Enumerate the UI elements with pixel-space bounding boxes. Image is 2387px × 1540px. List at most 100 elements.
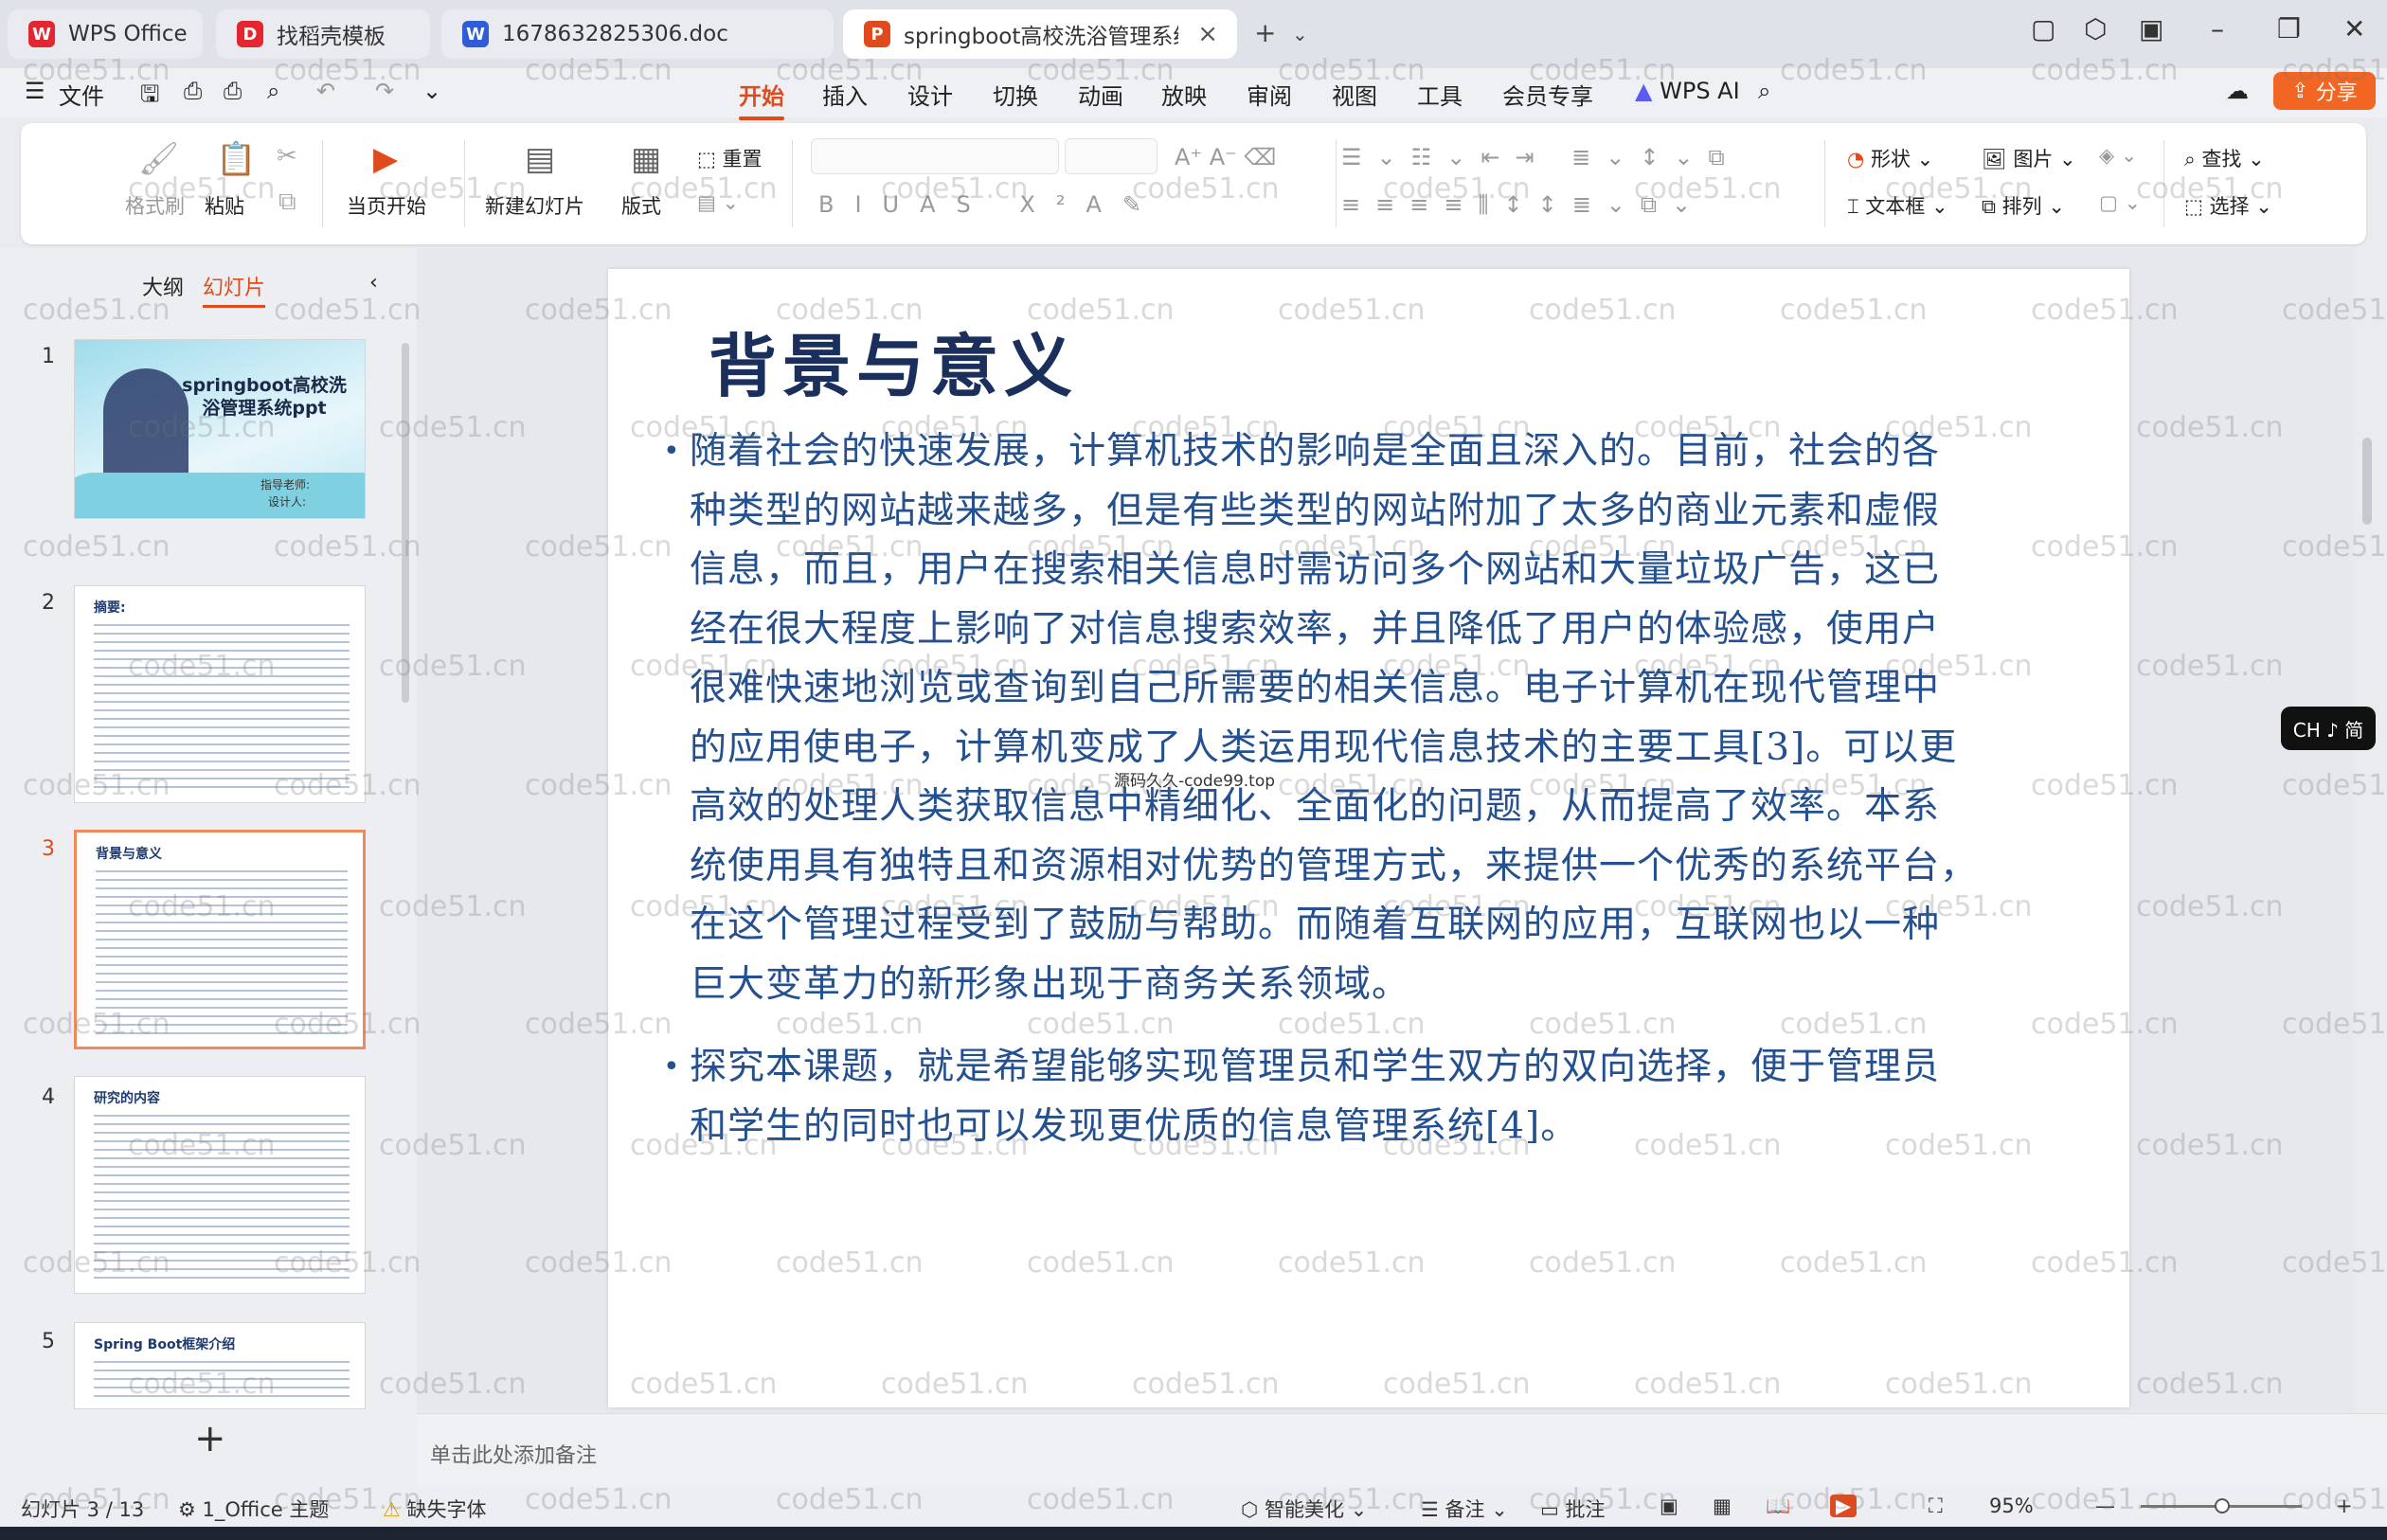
new-tab-icon[interactable]: + [1254,17,1276,48]
collapse-panel-icon[interactable]: ‹ [369,271,378,295]
outline-button[interactable]: ▢ ⌄ [2099,191,2141,214]
thumb-title: 研究的内容 [94,1091,160,1106]
add-slide-icon[interactable]: + [194,1417,226,1460]
share-button[interactable]: ⇪ 分享 [2273,72,2376,110]
textbox-button[interactable]: ⌶ 文本框 ⌄ [1847,191,1948,220]
tab-wps-office[interactable]: W WPS Office [8,9,203,59]
search-icon[interactable]: ⌕ [1758,78,1770,104]
panel-scrollbar[interactable] [402,343,409,703]
layout-button[interactable]: 版式 [621,191,661,220]
find-button[interactable]: ⌕ 查找 ⌄ [2184,144,2265,172]
minimize-icon[interactable]: – [2211,13,2224,45]
print-icon[interactable]: ⎙ [224,78,242,104]
menu-transition[interactable]: 切换 [993,78,1038,111]
overlay-watermark: 源码久久-code99.top [1114,772,1276,791]
zoom-level[interactable]: 95% [1989,1495,2034,1517]
play-slideshow-icon[interactable]: ▶ [1830,1495,1858,1517]
new-slide-button[interactable]: 新建幻灯片 [485,191,584,220]
more-icon[interactable]: ⌄ [422,78,441,104]
format-painter-icon[interactable]: 🖌 [138,140,179,178]
export-icon[interactable]: ⎙ [184,78,202,104]
bullet-paragraph-2[interactable]: • 探究本课题，就是希望能够实现管理员和学生双方的双向选择，便于管理员 和学生的… [663,1038,1940,1156]
slide-thumb-2[interactable]: 摘要: [74,585,366,803]
shape-button[interactable]: ◔ 形状 ⌄ [1847,144,1933,172]
play-icon[interactable]: ▶ [373,140,398,178]
avatar[interactable]: ▣ [2139,13,2163,45]
preview-icon[interactable]: ⌕ [267,78,279,104]
paste-icon[interactable]: 📋 [216,140,256,178]
close-window-icon[interactable]: ✕ [2343,13,2365,45]
zoom-slider-handle[interactable] [2215,1498,2230,1513]
new-slide-icon[interactable]: ▤ [525,140,555,178]
tab-label: 1678632825306.doc [502,22,728,46]
comment-button[interactable]: ▭ 批注 [1540,1495,1606,1523]
wps-ai-button[interactable]: ▲ WPS AI [1635,78,1740,104]
copy-icon[interactable]: ⧉ [278,188,296,217]
ime-indicator[interactable]: CH ♪ 简 [2281,707,2376,750]
reading-view-icon[interactable]: 📖 [1766,1495,1790,1518]
missing-font-button[interactable]: ⚠ 缺失字体 [383,1495,487,1523]
grid-view-icon[interactable]: ▦ [1713,1495,1732,1517]
canvas-scrollbar[interactable] [2362,438,2372,525]
layout-icon[interactable]: ▢ [2031,13,2055,45]
menu-insert[interactable]: 插入 [822,78,868,111]
theme-button[interactable]: ⚙ 1_Office 主题 [178,1495,329,1523]
slide-canvas[interactable]: 背景与意义 • 随着社会的快速发展，计算机技术的影响是全面且深入的。目前，社会的… [608,269,2129,1407]
tab-list-icon[interactable]: ⌄ [1292,23,1308,45]
layout-icon[interactable]: ▦ [631,140,661,178]
slide-thumb-4[interactable]: 研究的内容 [74,1076,366,1294]
slide-thumb-1[interactable]: springboot高校洗浴管理系统ppt 指导老师: 设计人: [74,339,366,519]
cut-icon[interactable]: ✂ [277,142,297,170]
picture-button[interactable]: 🖼 图片 ⌄ [1982,144,2076,172]
text-format-controls[interactable]: BIUAS X²A✎ [818,191,1162,218]
tab-template[interactable]: D 找稻壳模板 [216,9,430,59]
tab-outline[interactable]: 大纲 [142,271,184,301]
menu-member[interactable]: 会员专享 [1502,78,1593,111]
cube-icon[interactable]: ⬡ [2084,13,2107,45]
format-painter-button[interactable]: 格式刷 [125,191,185,220]
menu-home[interactable]: 开始 [739,78,784,120]
font-size-select[interactable] [1065,138,1158,174]
notes-area[interactable]: 单击此处添加备注 [417,1413,2387,1487]
tab-presentation[interactable]: P springboot高校洗浴管理系统 × [843,9,1237,59]
text-line: 的应用使电子，计算机变成了人类运用现代信息技术的主要工具[3]。可以更 [690,725,1958,769]
tab-label: WPS Office [68,22,188,46]
tab-doc[interactable]: W 1678632825306.doc [441,9,834,59]
slide-thumb-5[interactable]: Spring Boot框架介绍 [74,1322,366,1409]
notes-button[interactable]: ☰ 备注 ⌄ [1421,1495,1508,1523]
play-current-button[interactable]: 当页开始 [347,191,426,220]
zoom-in-icon[interactable]: + [2336,1495,2353,1517]
align-controls[interactable]: ≡≡≡≡⫼↕↕≣⌄⧉⌄ [1341,191,1706,218]
tab-slides[interactable]: 幻灯片 [203,271,266,308]
section-button[interactable]: ▤ ⌄ [697,191,739,214]
arrange-button[interactable]: ⧉ 排列 ⌄ [1982,191,2065,220]
save-icon[interactable]: 🖫 [140,78,159,116]
undo-icon[interactable]: ↶ [316,78,335,104]
menu-review[interactable]: 审阅 [1247,78,1292,111]
menu-view[interactable]: 视图 [1332,78,1377,111]
menu-tools[interactable]: 工具 [1417,78,1463,111]
select-button[interactable]: ⬚ 选择 ⌄ [2184,191,2272,220]
normal-view-icon[interactable]: ▣ [1660,1495,1678,1517]
menu-file[interactable]: 文件 [59,78,104,111]
zoom-out-icon[interactable]: — [2095,1495,2115,1517]
paste-button[interactable]: 粘贴 [205,191,244,220]
menu-icon[interactable]: ☰ [25,78,45,104]
bullet-paragraph-1[interactable]: • 随着社会的快速发展，计算机技术的影响是全面且深入的。目前，社会的各 种类型的… [663,422,1978,1014]
close-tab-icon[interactable]: × [1197,20,1218,48]
menu-design[interactable]: 设计 [907,78,953,111]
slide-title[interactable]: 背景与意义 [709,311,1078,410]
beautify-button[interactable]: ⬡ 智能美化 ⌄ [1241,1495,1367,1523]
font-size-controls[interactable]: A⁺ A⁻ ⌫ [1175,144,1276,170]
cloud-icon[interactable]: ☁ [2226,78,2249,104]
fit-window-icon[interactable]: ⛶ [1929,1495,1943,1518]
slide-thumb-3[interactable]: 背景与意义 [74,830,366,1049]
font-name-select[interactable] [811,138,1059,174]
menu-slideshow[interactable]: 放映 [1161,78,1207,111]
fill-button[interactable]: ◈ ⌄ [2099,144,2137,167]
maximize-icon[interactable]: ❐ [2277,13,2301,45]
list-controls[interactable]: ☰⌄☷⌄⇤⇥ ≣⌄↕⌄⧉ [1341,144,1740,170]
reset-button[interactable]: ⬚ 重置 [697,144,763,172]
menu-animation[interactable]: 动画 [1078,78,1123,111]
redo-icon[interactable]: ↷ [375,78,394,104]
